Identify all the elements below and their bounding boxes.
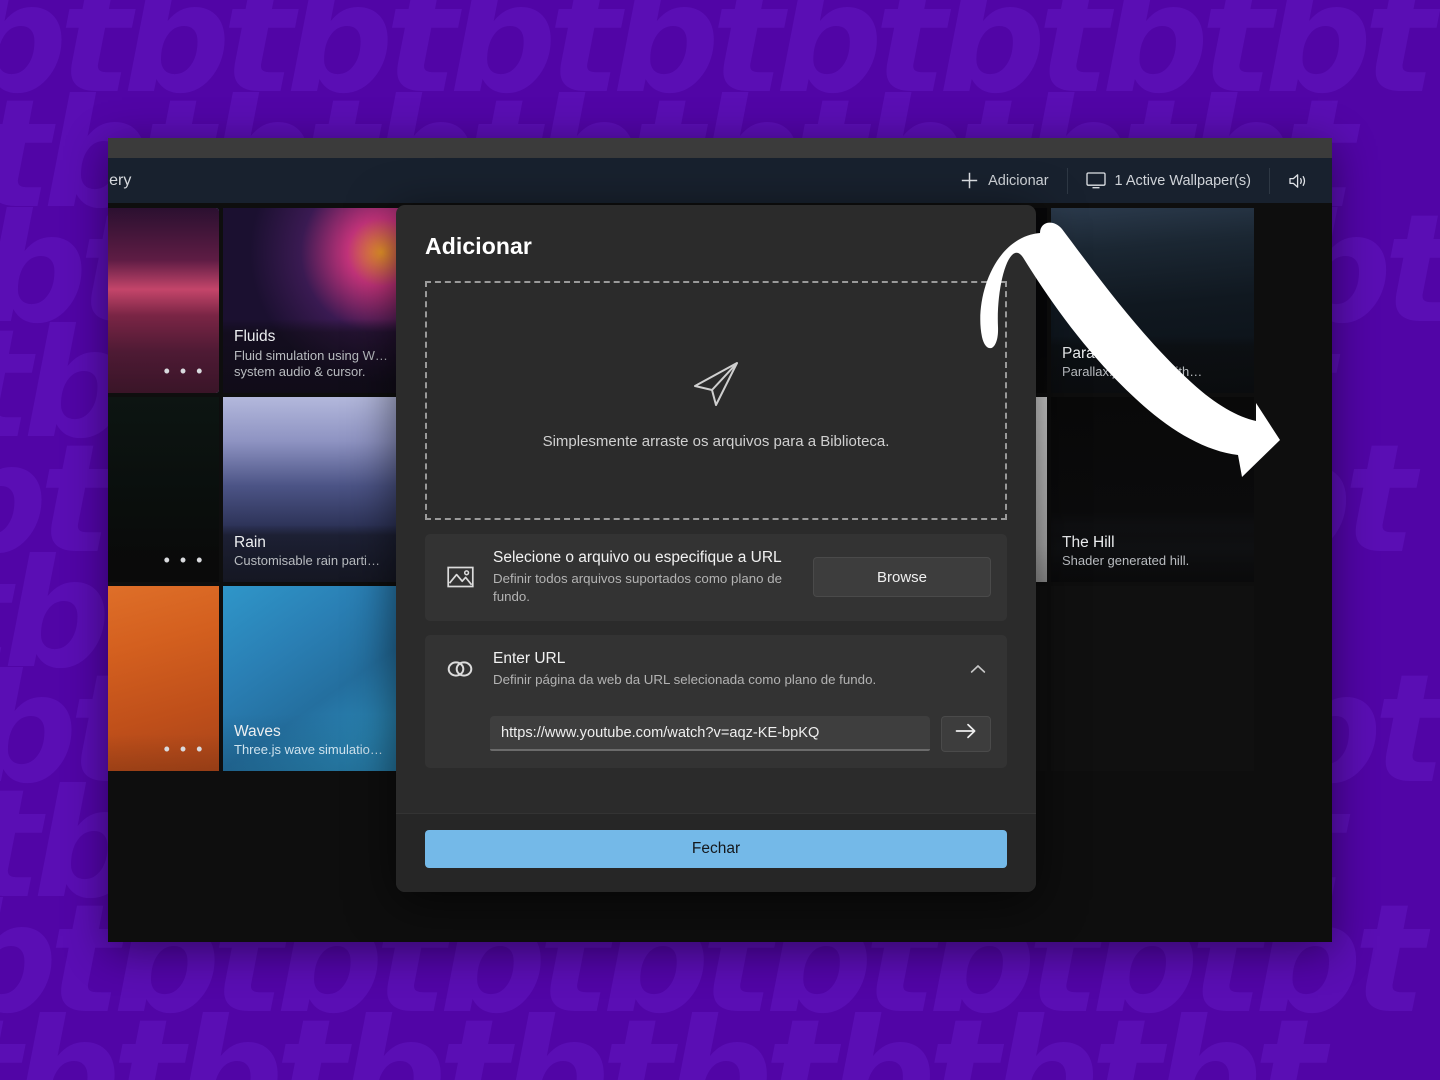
volume-button[interactable] bbox=[1270, 166, 1318, 196]
tile-parallax[interactable]: Parallax.js Parallax.js engine gith… bbox=[1051, 208, 1254, 393]
file-option-subtitle: Definir todos arquivos suportados como p… bbox=[493, 571, 783, 604]
dialog-title: Adicionar bbox=[425, 233, 532, 259]
tile-description: Shader generated hill. bbox=[1062, 553, 1190, 569]
dialog-footer: Fechar bbox=[396, 813, 1036, 892]
app-header: llery Adicionar 1 Active Wall bbox=[108, 158, 1332, 203]
dropzone-label: Simplesmente arraste os arquivos para a … bbox=[542, 432, 890, 450]
submit-url-button[interactable] bbox=[941, 715, 991, 752]
tile-description: Fluid simulation using W… system audio &… bbox=[234, 347, 388, 380]
url-option-subtitle: Definir página da web da URL selecionada… bbox=[493, 671, 877, 687]
close-button[interactable]: Fechar bbox=[425, 830, 1007, 868]
file-option-row: Selecione o arquivo ou especifique a URL… bbox=[425, 534, 1007, 621]
tile-thumbnail bbox=[1051, 586, 1254, 771]
speaker-icon bbox=[1288, 172, 1308, 190]
tile-the-hill[interactable]: The Hill Shader generated hill. bbox=[1051, 397, 1254, 582]
window-titlebar[interactable] bbox=[108, 138, 1332, 158]
tile-sunset[interactable]: • • • bbox=[108, 208, 219, 393]
url-option-text: Enter URL Definir página da web da URL s… bbox=[493, 650, 947, 689]
chevron-up-icon[interactable] bbox=[965, 664, 991, 675]
browse-button[interactable]: Browse bbox=[813, 557, 991, 598]
wallpaper-engine-window: llery Adicionar 1 Active Wall bbox=[108, 138, 1332, 942]
tile-description: Three.js wave simulatio… bbox=[234, 742, 383, 758]
active-wallpapers-label: 1 Active Wallpaper(s) bbox=[1114, 172, 1251, 189]
tile-title: The Hill bbox=[1062, 534, 1115, 551]
tile-title: Waves bbox=[234, 723, 281, 740]
tile-title: Parallax.js bbox=[1062, 345, 1134, 362]
page-title: llery bbox=[108, 171, 132, 189]
url-input[interactable] bbox=[490, 716, 930, 752]
image-icon bbox=[445, 565, 475, 589]
tile-overflow-menu[interactable]: • • • bbox=[164, 362, 205, 380]
file-option-text: Selecione o arquivo ou especifique a URL… bbox=[493, 549, 795, 606]
tile-keyboard[interactable]: elements. • • • bbox=[108, 397, 219, 582]
dialog-body: Adicionar Simplesmente arraste os arquiv… bbox=[396, 205, 1036, 813]
arrow-right-icon bbox=[954, 722, 978, 745]
plus-icon bbox=[960, 171, 979, 190]
add-wallpaper-label: Adicionar bbox=[988, 172, 1049, 189]
url-option-row[interactable]: Enter URL Definir página da web da URL s… bbox=[425, 635, 1007, 704]
tile-title: Fluids bbox=[234, 328, 276, 346]
tile-title: Rain bbox=[234, 534, 266, 551]
tile-overflow-menu[interactable]: • • • bbox=[164, 551, 205, 569]
url-option-card: Enter URL Definir página da web da URL s… bbox=[425, 634, 1007, 768]
monitor-icon bbox=[1085, 172, 1106, 189]
tile-description: Parallax.js engine gith… bbox=[1062, 364, 1203, 380]
tile-description: Customisable rain parti… bbox=[234, 553, 380, 569]
add-wallpaper-dialog: Adicionar Simplesmente arraste os arquiv… bbox=[396, 205, 1036, 892]
watermark-text: btbtbtbtbtbtbtbtbt bbox=[0, 988, 1326, 1080]
file-dropzone[interactable]: Simplesmente arraste os arquivos para a … bbox=[425, 281, 1007, 520]
file-option-card: Selecione o arquivo ou especifique a URL… bbox=[425, 534, 1007, 621]
tile-middle-8[interactable] bbox=[1051, 586, 1254, 771]
active-wallpapers-button[interactable]: 1 Active Wallpaper(s) bbox=[1068, 166, 1269, 196]
tile-overflow-menu[interactable]: • • • bbox=[164, 740, 205, 758]
tile-caption: The Hill Shader generated hill. bbox=[1051, 525, 1254, 582]
paper-plane-icon bbox=[685, 352, 747, 419]
file-option-title: Selecione o arquivo ou especifique a URL bbox=[493, 549, 782, 566]
tile-orange[interactable]: ith light that • • • bbox=[108, 586, 219, 771]
header-actions: Adicionar 1 Active Wallpaper(s) bbox=[942, 158, 1318, 203]
url-option-title: Enter URL bbox=[493, 649, 566, 667]
url-entry-row bbox=[425, 704, 1007, 768]
link-icon bbox=[445, 658, 475, 680]
tile-caption: Parallax.js Parallax.js engine gith… bbox=[1051, 336, 1254, 393]
add-wallpaper-button[interactable]: Adicionar bbox=[942, 166, 1066, 196]
